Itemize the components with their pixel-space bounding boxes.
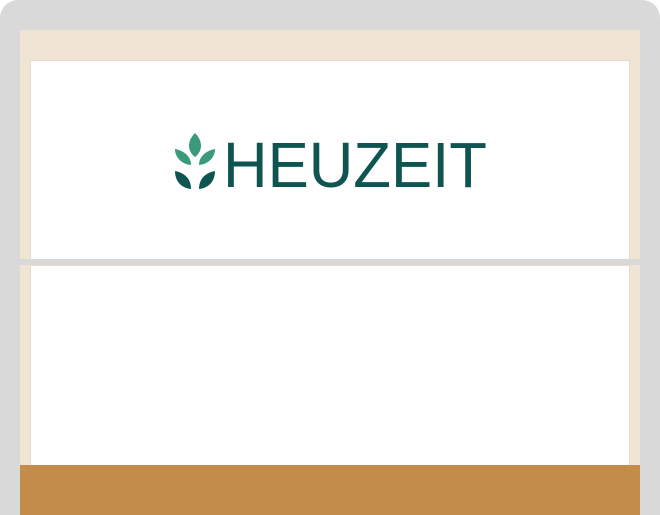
brand-name: HEUZEIT [223,131,487,191]
header-panel: HEUZEIT [30,60,630,260]
sprouting-leaves-icon [175,133,215,189]
heuzeit-logo: HEUZEIT [175,131,487,191]
bottom-bar [20,465,640,515]
device-frame: HEUZEIT [0,0,660,515]
screen: HEUZEIT [20,30,640,515]
content-panel [30,265,630,466]
